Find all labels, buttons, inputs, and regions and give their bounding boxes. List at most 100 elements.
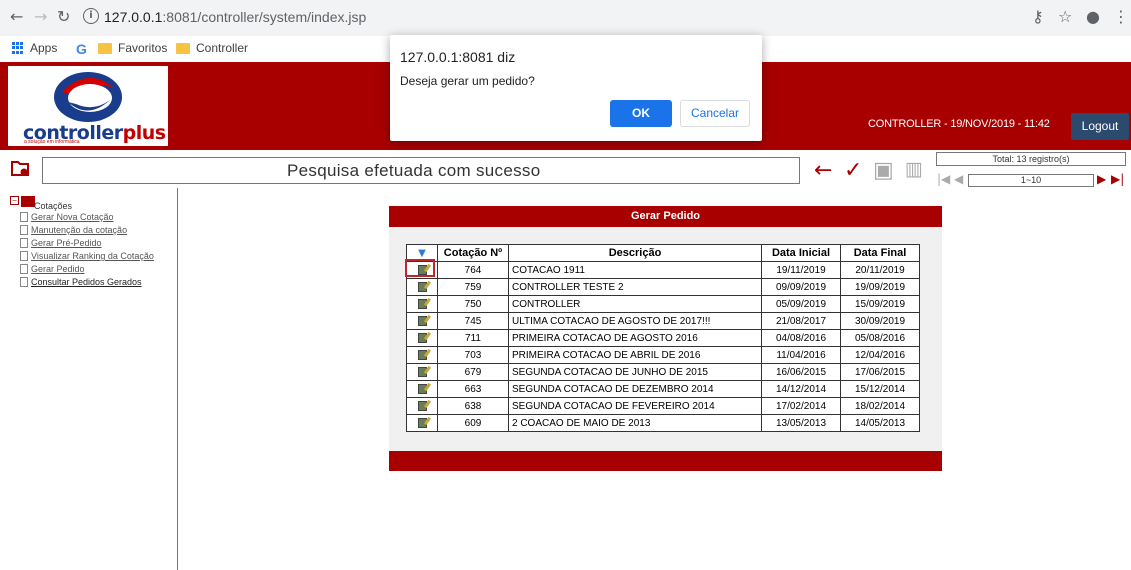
next-page-icon[interactable]: ▶ — [1097, 172, 1106, 186]
page-range[interactable]: 1~10 — [968, 174, 1094, 187]
bookmark-controller-label: Controller — [196, 41, 249, 55]
table-cell: 15/12/2014 — [840, 380, 920, 398]
edit-cell[interactable] — [406, 346, 438, 364]
table-cell: 15/09/2019 — [840, 295, 920, 313]
sidebar-link[interactable]: Manutenção da cotação — [31, 225, 127, 235]
reload-icon[interactable]: ↻ — [57, 7, 70, 26]
bookmark-controller[interactable]: Controller — [176, 41, 248, 55]
sidebar-item-gerar-nova-cotacao[interactable]: Gerar Nova Cotação — [20, 212, 114, 222]
first-page-icon[interactable]: |◀ — [937, 172, 950, 186]
table-cell: SEGUNDA COTACAO DE DEZEMBRO 2014 — [508, 380, 762, 398]
folder-icon — [176, 42, 190, 54]
brush-clean-icon[interactable]: ✓ — [844, 158, 862, 183]
google-icon[interactable]: G — [76, 41, 87, 57]
table-cell: CONTROLLER TESTE 2 — [508, 278, 762, 296]
table-row[interactable]: 638 SEGUNDA COTACAO DE FEVEREIRO 2014 17/0… — [406, 397, 920, 415]
folder-close-icon[interactable] — [10, 158, 30, 178]
info-icon[interactable]: i — [83, 8, 99, 24]
sidebar-item-gerar-pedido[interactable]: Gerar Pedido — [20, 264, 85, 274]
table-row[interactable]: 609 2 COACAO DE MAIO DE 2013 13/05/2013 14/… — [406, 414, 920, 432]
table-row[interactable]: 745 ULTIMA COTACAO DE AGOSTO DE 2017!!! 21… — [406, 312, 920, 330]
sidebar-item-pre-pedido[interactable]: Gerar Pré-Pedido — [20, 238, 102, 248]
tree-root-label[interactable]: Cotações — [34, 201, 72, 211]
bookmark-apps[interactable]: Apps — [12, 41, 57, 55]
sidebar-link[interactable]: Gerar Pré-Pedido — [31, 238, 102, 248]
tree-root[interactable]: − — [10, 196, 35, 207]
edit-cell[interactable] — [406, 414, 438, 432]
table-cell: CONTROLLER — [508, 295, 762, 313]
edit-cell[interactable] — [406, 295, 438, 313]
document-icon — [20, 212, 28, 222]
folder-icon — [98, 42, 112, 54]
save-disk-icon[interactable]: ▣ — [873, 158, 894, 183]
sidebar-link[interactable]: Consultar Pedidos Gerados — [31, 277, 142, 287]
document-icon — [20, 225, 28, 235]
sidebar-item-ranking[interactable]: Visualizar Ranking da Cotação — [20, 251, 154, 261]
sidebar-item-consultar-pedidos[interactable]: Consultar Pedidos Gerados — [20, 277, 142, 287]
edit-cell[interactable] — [406, 312, 438, 330]
star-icon[interactable]: ☆ — [1058, 7, 1072, 26]
bookmark-apps-label: Apps — [30, 41, 58, 55]
edit-icon[interactable] — [417, 332, 427, 343]
table-row[interactable]: 759 CONTROLLER TESTE 2 09/09/2019 19/09/201… — [406, 278, 920, 296]
column-header[interactable]: Cotação Nº — [437, 244, 509, 262]
table-cell: 14/12/2014 — [761, 380, 841, 398]
key-icon[interactable]: ⚷ — [1032, 7, 1044, 26]
table-cell: 638 — [437, 397, 509, 415]
edit-icon[interactable] — [417, 298, 427, 309]
sort-down-icon[interactable]: ▼ — [418, 248, 426, 259]
sidebar-link[interactable]: Gerar Nova Cotação — [31, 212, 114, 222]
header-info: CONTROLLER - 19/NOV/2019 - 11:42 — [868, 118, 1050, 130]
account-icon[interactable]: ● — [1086, 7, 1100, 26]
edit-icon[interactable] — [417, 383, 427, 394]
table-cell: 703 — [437, 346, 509, 364]
table-cell: 13/05/2013 — [761, 414, 841, 432]
table-row[interactable]: 703 PRIMEIRA COTACAO DE ABRIL DE 2016 11/0… — [406, 346, 920, 364]
forward-arrow-icon[interactable]: → — [34, 7, 47, 26]
edit-icon[interactable] — [417, 349, 427, 360]
table-cell: 17/06/2015 — [840, 363, 920, 381]
table-row[interactable]: 679 SEGUNDA COTACAO DE JUNHO DE 2015 16/06… — [406, 363, 920, 381]
edit-cell[interactable] — [406, 363, 438, 381]
table-cell: 745 — [437, 312, 509, 330]
table-cell: 750 — [437, 295, 509, 313]
sidebar-link[interactable]: Visualizar Ranking da Cotação — [31, 251, 154, 261]
logout-button[interactable]: Logout — [1071, 113, 1129, 140]
table-cell: 16/06/2015 — [761, 363, 841, 381]
edit-cell[interactable] — [406, 397, 438, 415]
cancel-button[interactable]: Cancelar — [680, 100, 750, 127]
edit-cell[interactable] — [406, 329, 438, 347]
table-row[interactable]: 750 CONTROLLER 05/09/2019 15/09/2019 — [406, 295, 920, 313]
edit-icon[interactable] — [417, 281, 427, 292]
edit-icon[interactable] — [417, 315, 427, 326]
ok-button[interactable]: OK — [610, 100, 672, 127]
edit-icon[interactable] — [417, 366, 427, 377]
table-row[interactable]: 764 COTACAO 1911 19/11/2019 20/11/2019 — [406, 261, 920, 279]
edit-icon[interactable] — [417, 400, 427, 411]
edit-cell[interactable] — [406, 278, 438, 296]
table-row[interactable]: 663 SEGUNDA COTACAO DE DEZEMBRO 2014 14/12… — [406, 380, 920, 398]
column-header[interactable]: Data Final — [840, 244, 920, 262]
last-page-icon[interactable]: ▶| — [1111, 172, 1124, 186]
table-row[interactable]: 711 PRIMEIRA COTACAO DE AGOSTO 2016 04/08/… — [406, 329, 920, 347]
prev-page-icon[interactable]: ◀ — [954, 172, 963, 186]
back-arrow-icon[interactable]: ← — [814, 158, 832, 183]
table-cell: 711 — [437, 329, 509, 347]
collapse-icon[interactable]: − — [10, 196, 19, 205]
sidebar-link[interactable]: Gerar Pedido — [31, 264, 85, 274]
table-cell: 19/11/2019 — [761, 261, 841, 279]
table-cell: 764 — [437, 261, 509, 279]
logo[interactable]: controllerplus a solução em informática — [8, 66, 168, 146]
sidebar-item-manutencao[interactable]: Manutenção da cotação — [20, 225, 127, 235]
url-text[interactable]: 127.0.0.1:8081/controller/system/index.j… — [104, 9, 366, 25]
more-menu-icon[interactable]: ⋮ — [1113, 7, 1129, 26]
column-header[interactable]: Descrição — [508, 244, 762, 262]
table-cell: 20/11/2019 — [840, 261, 920, 279]
trash-icon[interactable]: ▥ — [905, 158, 923, 180]
table-header-row: ▼ Cotação Nº Descrição Data Inicial Data… — [406, 244, 920, 262]
edit-icon[interactable] — [417, 417, 427, 428]
back-arrow-icon[interactable]: ← — [10, 7, 23, 26]
edit-cell[interactable] — [406, 380, 438, 398]
bookmark-favoritos[interactable]: Favoritos — [98, 41, 167, 55]
column-header[interactable]: Data Inicial — [761, 244, 841, 262]
